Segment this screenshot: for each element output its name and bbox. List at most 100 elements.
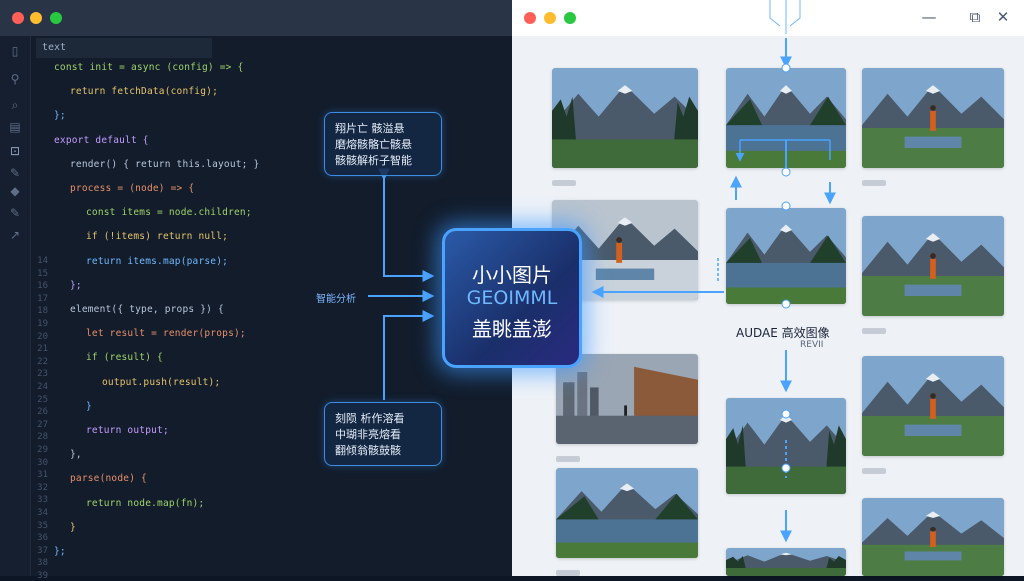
- minimize-window-button[interactable]: [544, 12, 556, 24]
- restore-icon[interactable]: ⧉: [966, 8, 984, 26]
- tools-icon[interactable]: ↗: [7, 228, 23, 242]
- gallery-photo[interactable]: [556, 468, 698, 558]
- line-number: 33: [37, 495, 48, 506]
- side-analysis-label: 智能分析: [316, 294, 356, 305]
- code-line[interactable]: }: [86, 401, 92, 412]
- close-window-button[interactable]: [524, 12, 536, 24]
- gallery-label-line2: REVII: [800, 340, 824, 350]
- line-number: 32: [37, 482, 48, 493]
- source-control-icon[interactable]: ⚲: [7, 72, 23, 86]
- code-line[interactable]: return items.map(parse);: [86, 256, 228, 267]
- line-number: 17: [37, 293, 48, 304]
- code-line[interactable]: };: [54, 110, 66, 121]
- code-line[interactable]: process = (node) => {: [70, 183, 194, 194]
- search-icon[interactable]: ⌕: [7, 98, 23, 112]
- photo-caption-placeholder: [862, 468, 886, 474]
- run-icon[interactable]: ✎: [7, 166, 23, 180]
- close-window-button[interactable]: [12, 12, 24, 24]
- code-line[interactable]: const items = node.children;: [86, 207, 252, 218]
- photo-caption-placeholder: [556, 570, 580, 576]
- code-line[interactable]: output.push(result);: [102, 377, 220, 388]
- line-number: 35: [37, 520, 48, 531]
- gallery-titlebar: — ⧉ ✕: [512, 0, 1024, 36]
- code-line[interactable]: },: [70, 449, 82, 460]
- settings-icon[interactable]: ◆: [7, 184, 23, 198]
- gallery-photo[interactable]: [556, 354, 698, 444]
- code-line[interactable]: if (!items) return null;: [86, 231, 228, 242]
- debug-icon[interactable]: ⊡: [7, 144, 23, 158]
- line-number: 14: [37, 256, 48, 266]
- line-number: 31: [37, 470, 48, 481]
- code-line[interactable]: const init = async (config) => {: [54, 62, 243, 73]
- editor-activity-bar: ▯ ⚲ ⌕ ▤ ⊡ ✎ ◆ ✎ ↗: [0, 36, 31, 576]
- code-line[interactable]: export default {: [54, 135, 149, 146]
- gallery-photo[interactable]: [862, 216, 1004, 316]
- gallery-photo[interactable]: [726, 208, 846, 304]
- extensions-icon[interactable]: ▤: [7, 120, 23, 134]
- code-line[interactable]: element({ type, props }) {: [70, 304, 224, 315]
- box-top-line3: 骸骸解析子智能: [335, 154, 412, 167]
- line-number: 26: [37, 407, 48, 418]
- minimize-window-button[interactable]: [30, 12, 42, 24]
- line-number: 21: [37, 344, 48, 355]
- line-number: 25: [37, 394, 48, 405]
- code-line[interactable]: };: [54, 546, 66, 557]
- gallery-photo[interactable]: [726, 548, 846, 576]
- box-bottom-line2: 中瑚非亮熔看: [335, 428, 401, 441]
- line-number: 24: [37, 382, 48, 392]
- close-icon[interactable]: ✕: [994, 8, 1012, 26]
- files-icon[interactable]: ▯: [7, 44, 23, 58]
- gallery-label-line1: AUDAE 高效图像: [736, 326, 830, 340]
- editor-titlebar: [0, 0, 512, 36]
- hub-title-line3: 盖眺盖澎: [472, 317, 552, 341]
- photo-caption-placeholder: [862, 328, 886, 334]
- code-line[interactable]: render() { return this.layout; }: [70, 159, 259, 170]
- line-number: 38: [37, 558, 48, 569]
- line-number: 36: [37, 533, 48, 544]
- line-number: 27: [37, 419, 48, 430]
- gallery-photo[interactable]: [862, 356, 1004, 456]
- photo-caption-placeholder: [862, 180, 886, 186]
- line-number: 37: [37, 545, 48, 556]
- gallery-photo[interactable]: [862, 498, 1004, 576]
- code-line[interactable]: }: [70, 522, 76, 533]
- code-line[interactable]: return node.map(fn);: [86, 498, 204, 509]
- maximize-window-button[interactable]: [564, 12, 576, 24]
- line-number: 30: [37, 457, 48, 468]
- box-top-line2: 磨熔骸骼亡骸悬: [335, 138, 412, 151]
- analysis-box-top: 翔片亡 骸溢悬 磨熔骸骼亡骸悬 骸骸解析子智能: [324, 112, 442, 176]
- gallery-photo[interactable]: [862, 68, 1004, 168]
- central-processing-hub: 小小图片 GEOIMML 盖眺盖澎: [442, 228, 582, 368]
- editor-tab[interactable]: text: [36, 38, 212, 58]
- box-top-line1: 翔片亡 骸溢悬: [335, 122, 405, 135]
- code-line[interactable]: if (result) {: [86, 352, 163, 363]
- line-number: 29: [37, 445, 48, 455]
- hub-title-line1: 小小图片: [472, 263, 552, 287]
- code-line[interactable]: parse(node) {: [70, 473, 147, 484]
- code-line[interactable]: return fetchData(config);: [70, 86, 218, 97]
- photo-caption-placeholder: [556, 456, 580, 462]
- line-number: 19: [37, 319, 48, 329]
- line-number: 18: [37, 306, 48, 317]
- maximize-window-button[interactable]: [50, 12, 62, 24]
- account-icon[interactable]: ✎: [7, 206, 23, 220]
- code-line[interactable]: let result = render(props);: [86, 328, 246, 339]
- code-line[interactable]: return output;: [86, 425, 169, 436]
- line-number: 39: [37, 571, 48, 581]
- line-number: 16: [37, 281, 48, 292]
- minimize-icon[interactable]: —: [920, 8, 938, 26]
- gallery-photo[interactable]: [552, 68, 698, 168]
- box-bottom-line1: 刻陨 析作溶看: [335, 412, 405, 425]
- hub-title-line2: GEOIMML: [466, 287, 558, 309]
- analysis-box-bottom: 刻陨 析作溶看 中瑚非亮熔看 翻倾翁骸鼓骸: [324, 402, 442, 466]
- line-number-gutter: 14 15 16 17 18 19 20 21 22 23 24 25 26 27 28 29 30 31 32 33…: [30, 60, 52, 581]
- line-number: 28: [37, 432, 48, 443]
- line-number: 22: [37, 356, 48, 367]
- gallery-photo[interactable]: [726, 68, 846, 168]
- photo-caption-placeholder: [552, 180, 576, 186]
- line-number: 23: [37, 369, 48, 380]
- gallery-photo[interactable]: [726, 398, 846, 494]
- line-number: 34: [37, 508, 48, 518]
- box-bottom-line3: 翻倾翁骸鼓骸: [335, 444, 401, 457]
- code-line[interactable]: };: [70, 280, 82, 291]
